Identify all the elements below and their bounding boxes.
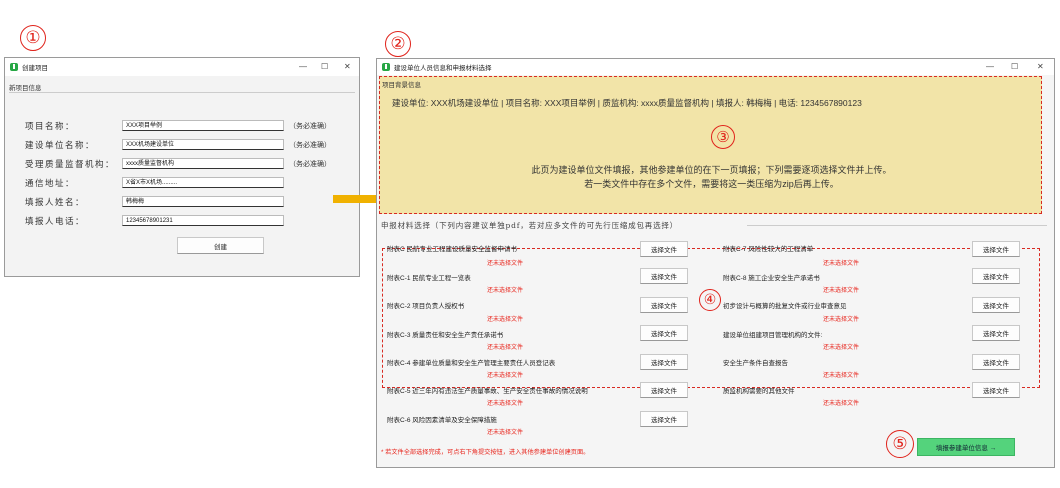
section-divider — [9, 92, 355, 93]
file-status: 还未选择文件 — [487, 288, 524, 294]
select-file-button[interactable]: 选择文件 — [972, 382, 1020, 398]
project-name-input[interactable]: XXX项目举例 — [122, 120, 284, 131]
title-bar: 创建项目 — ☐ ✕ — [5, 58, 359, 76]
file-status: 还未选择文件 — [823, 373, 860, 379]
select-file-button[interactable]: 选择文件 — [972, 241, 1020, 257]
select-file-button[interactable]: 选择文件 — [972, 268, 1020, 284]
window-title: 建设单位人员信息和申报材料选择 — [394, 65, 492, 72]
file-status: 还未选择文件 — [823, 401, 860, 407]
close-button[interactable]: ✕ — [344, 62, 351, 71]
material-label: 质监机构需要的其他文件 — [723, 388, 795, 395]
materials-title: 申报材料选择（下列内容建议单独pdf，若对应多文件的可先行压缩成包再选择） — [381, 221, 678, 230]
file-status: 还未选择文件 — [487, 345, 524, 351]
create-project-window: 创建项目 — ☐ ✕ 新项目信息 项目名称： XXX项目举例 （务必准确） 建设… — [4, 57, 360, 277]
section-title: 新项目信息 — [9, 85, 42, 92]
material-select-window: 建设单位人员信息和申报材料选择 — ☐ ✕ 项目背景信息 建设单位: XXX机场… — [376, 58, 1055, 468]
file-status: 还未选择文件 — [487, 317, 524, 323]
file-status: 还未选择文件 — [823, 317, 860, 323]
select-file-button[interactable]: 选择文件 — [972, 297, 1020, 313]
callout-5: ⑤ — [886, 430, 914, 458]
material-label: 建设单位组建项目管理机构的文件: — [723, 332, 823, 339]
material-label: 附表C-4 参建单位质量和安全生产管理主要责任人员登记表 — [387, 360, 556, 367]
file-status: 还未选择文件 — [487, 261, 524, 267]
select-file-button[interactable]: 选择文件 — [640, 297, 688, 313]
select-file-button[interactable]: 选择文件 — [972, 354, 1020, 370]
app-icon — [382, 63, 390, 71]
callout-4: ④ — [699, 289, 721, 311]
field-label-supervisor: 受理质量监督机构： — [25, 160, 116, 170]
notice-line-1: 此页为建设单位文件填报，其他参建单位的在下一页填报；下列需要逐项选择文件并上传。 — [531, 165, 892, 175]
select-file-button[interactable]: 选择文件 — [972, 325, 1020, 341]
material-label: 安全生产条件自查报告 — [723, 360, 788, 367]
select-file-button[interactable]: 选择文件 — [640, 382, 688, 398]
file-status: 还未选择文件 — [823, 288, 860, 294]
material-label: 附表C-5 近三年内有违法生产质量事故、生产安全责任事故的情况说明 — [387, 388, 588, 395]
minimize-button[interactable]: — — [986, 62, 994, 71]
callout-1: ① — [20, 25, 46, 51]
required-note: （务必准确） — [289, 122, 331, 130]
file-status: 还未选择文件 — [487, 430, 524, 436]
project-info-text: 建设单位: XXX机场建设单位 | 项目名称: XXX项目举例 | 质监机构: … — [392, 98, 862, 108]
material-label: 附表C-2 项目负责人授权书 — [387, 303, 465, 310]
material-label: 附表C 民航专业工程建设质量安全监督申请书 — [387, 246, 517, 253]
field-label-reporter: 填报人姓名： — [25, 198, 86, 208]
material-label: 附表C-8 施工企业安全生产承诺书 — [723, 275, 820, 282]
material-label: 初步设计与概算的批复文件或行业审查意见 — [723, 303, 847, 310]
select-file-button[interactable]: 选择文件 — [640, 325, 688, 341]
title-bar: 建设单位人员信息和申报材料选择 — ☐ ✕ — [377, 59, 1054, 75]
address-input[interactable]: X省X市X机场......... — [122, 177, 284, 188]
select-file-button[interactable]: 选择文件 — [640, 411, 688, 427]
supervisor-input[interactable]: xxxx质量监督机构 — [122, 158, 284, 169]
materials-dashed-box — [382, 248, 1040, 388]
required-note: （务必准确） — [289, 141, 331, 149]
field-label-phone: 填报人电话： — [25, 217, 86, 227]
notice-line-2: 若一类文件中存在多个文件，需要将这一类压缩为zip后再上传。 — [584, 179, 839, 189]
material-label: 附表C-3 质量责任和安全生产责任承诺书 — [387, 332, 504, 339]
file-status: 还未选择文件 — [487, 373, 524, 379]
field-label-project-name: 项目名称： — [25, 122, 76, 132]
field-label-address: 通信地址： — [25, 179, 76, 189]
phone-input[interactable]: 12345678901231 — [122, 215, 284, 226]
callout-3: ③ — [711, 125, 735, 149]
field-label-builder: 建设单位名称： — [25, 141, 96, 151]
materials-divider — [747, 225, 1047, 226]
builder-name-input[interactable]: XXX机场建设单位 — [122, 139, 284, 150]
maximize-button[interactable]: ☐ — [1011, 62, 1018, 71]
create-button[interactable]: 创建 — [177, 237, 264, 254]
select-file-button[interactable]: 选择文件 — [640, 268, 688, 284]
select-file-button[interactable]: 选择文件 — [640, 241, 688, 257]
material-label: 附表C-1 民航专业工程一览表 — [387, 275, 471, 282]
next-step-button[interactable]: 填报参建单位信息 → — [917, 438, 1015, 456]
window-title: 创建项目 — [22, 65, 48, 72]
footer-note: * 若文件全部选择完成，可点右下角提交按钮，进入其他参建单位创建页面。 — [381, 449, 590, 456]
reporter-name-input[interactable]: 韩梅梅 — [122, 196, 284, 207]
background-panel: 项目背景信息 建设单位: XXX机场建设单位 | 项目名称: XXX项目举例 |… — [379, 76, 1042, 214]
file-status: 还未选择文件 — [487, 401, 524, 407]
file-status: 还未选择文件 — [823, 261, 860, 267]
minimize-button[interactable]: — — [299, 62, 307, 71]
app-icon — [10, 63, 18, 71]
material-label: 附表C-6 风险因素清单及安全保障措施 — [387, 417, 497, 424]
background-title: 项目背景信息 — [382, 82, 421, 89]
callout-2: ② — [385, 31, 411, 57]
select-file-button[interactable]: 选择文件 — [640, 354, 688, 370]
material-label: 附表C-7 风险性较大的工程清单 — [723, 246, 814, 253]
required-note: （务必准确） — [289, 160, 331, 168]
maximize-button[interactable]: ☐ — [321, 62, 328, 71]
file-status: 还未选择文件 — [823, 345, 860, 351]
close-button[interactable]: ✕ — [1037, 62, 1044, 71]
